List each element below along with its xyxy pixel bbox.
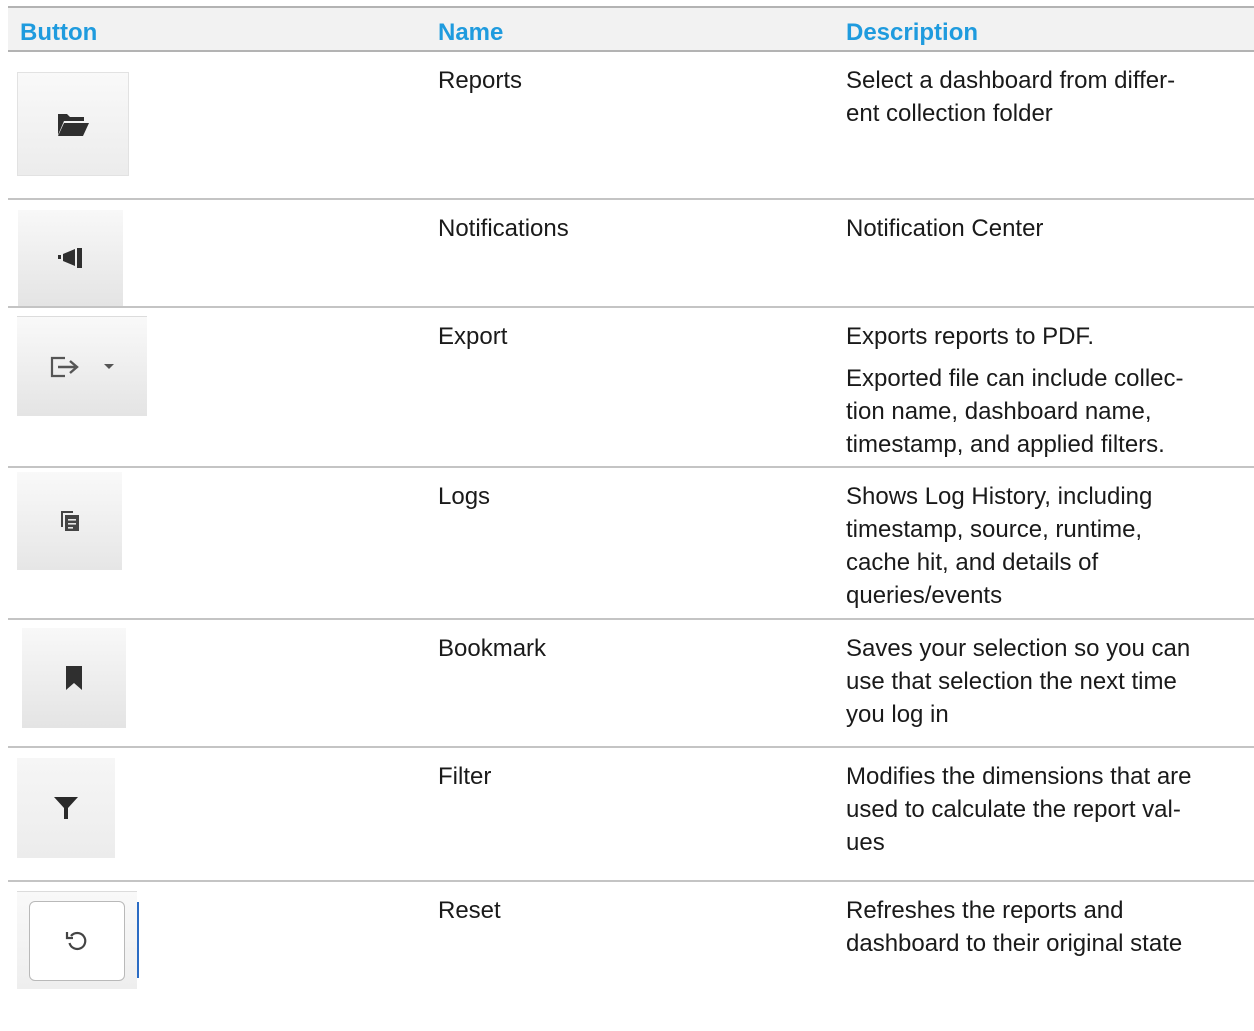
- description-paragraph: Notification Center: [846, 215, 1044, 242]
- row-name: Reports: [438, 67, 523, 94]
- row-name: Logs: [438, 483, 491, 510]
- header-description: Description: [846, 19, 979, 46]
- bookmark-button[interactable]: [22, 628, 126, 728]
- logs-icon: [59, 509, 81, 533]
- row-name: Filter: [438, 763, 492, 790]
- row-description: Modifies the dimensions that are used to…: [846, 760, 1226, 859]
- row-name: Export: [438, 323, 508, 350]
- description-paragraph: Saves your selection so you can use that…: [846, 635, 1191, 728]
- reset-icon: [64, 928, 90, 954]
- table-row-filter: Filter Modifies the dimensions that are …: [8, 748, 1254, 882]
- row-name: Reset: [438, 897, 501, 924]
- row-description: Exports reports to PDF. Exported file ca…: [846, 320, 1226, 461]
- megaphone-icon: [56, 246, 86, 270]
- focus-edge: [137, 902, 139, 978]
- reports-button[interactable]: [17, 72, 129, 176]
- description-paragraph: Exported file can include collec- tion n…: [846, 365, 1184, 458]
- description-paragraph: Exports reports to PDF.: [846, 323, 1095, 350]
- row-description: Saves your selection so you can use that…: [846, 632, 1226, 731]
- folder-open-icon: [56, 111, 90, 137]
- export-button[interactable]: [17, 316, 147, 416]
- description-paragraph: Shows Log History, including timestamp, …: [846, 483, 1153, 609]
- description-paragraph: Modifies the dimensions that are used to…: [846, 763, 1192, 856]
- row-description: Shows Log History, including timestamp, …: [846, 480, 1226, 612]
- description-paragraph: Refreshes the reports and dashboard to t…: [846, 897, 1183, 957]
- chevron-down-icon: [103, 363, 115, 371]
- notifications-button[interactable]: [18, 210, 123, 306]
- header-name: Name: [438, 19, 504, 46]
- row-name: Bookmark: [438, 635, 547, 662]
- description-paragraph: Select a dashboard from differ- ent coll…: [846, 67, 1176, 127]
- table-row-reset: Reset Refreshes the reports and dashboar…: [8, 882, 1254, 996]
- table-row-notifications: Notifications Notification Center: [8, 200, 1254, 308]
- table-row-reports: Reports Select a dashboard from differ- …: [8, 52, 1254, 200]
- filter-button[interactable]: [17, 758, 115, 858]
- logs-button[interactable]: [17, 472, 122, 570]
- bookmark-icon: [64, 665, 84, 691]
- row-name: Notifications: [438, 215, 569, 242]
- table-row-logs: Logs Shows Log History, including timest…: [8, 468, 1254, 620]
- filter-icon: [53, 795, 79, 821]
- table-header: Button Name Description: [8, 6, 1254, 52]
- row-description: Notification Center: [846, 212, 1226, 245]
- button-reference-table: Button Name Description Reports Select a…: [8, 6, 1254, 996]
- header-button: Button: [20, 19, 98, 46]
- reset-button-frame: [17, 891, 139, 989]
- export-icon: [49, 354, 101, 380]
- table-row-bookmark: Bookmark Saves your selection so you can…: [8, 620, 1254, 748]
- reset-button[interactable]: [29, 900, 125, 981]
- row-description: Select a dashboard from differ- ent coll…: [846, 64, 1226, 130]
- row-description: Refreshes the reports and dashboard to t…: [846, 894, 1226, 960]
- table-row-export: Export Exports reports to PDF. Exported …: [8, 308, 1254, 468]
